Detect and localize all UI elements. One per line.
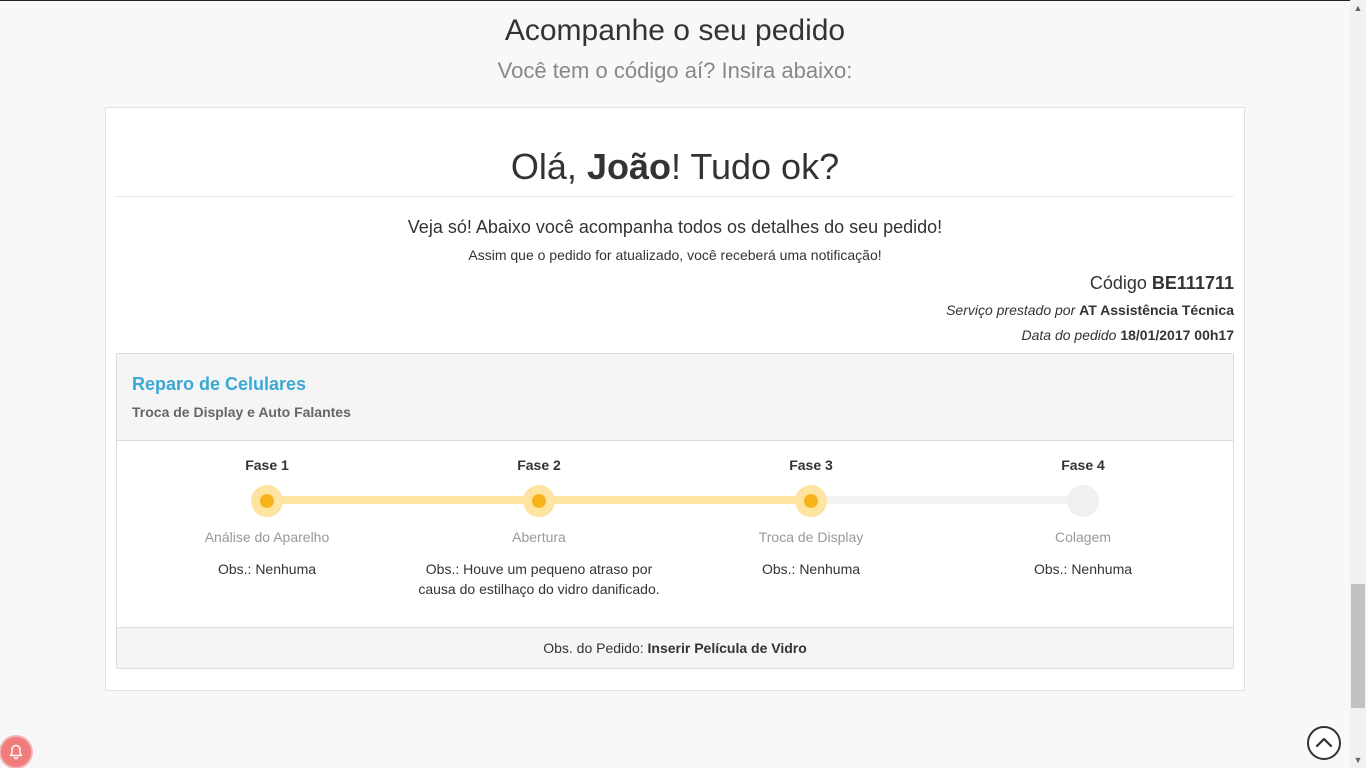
phase-label: Fase 2 bbox=[517, 457, 561, 473]
phase-name: Análise do Aparelho bbox=[204, 529, 330, 545]
order-code-value: BE111711 bbox=[1151, 273, 1234, 293]
service-title: Reparo de Celulares bbox=[132, 374, 307, 394]
order-notes: Obs. do Pedido: Inserir Película de Vidr… bbox=[117, 627, 1233, 668]
greeting: Olá, João! Tudo ok? bbox=[106, 146, 1244, 188]
scrollbar-thumb[interactable] bbox=[1351, 584, 1365, 708]
scroll-up-arrow-icon[interactable]: ▲ bbox=[1350, 0, 1366, 16]
top-border bbox=[0, 0, 1350, 1]
order-date: Data do pedido 18/01/2017 00h17 bbox=[1021, 327, 1234, 343]
order-notes-label: Obs. do Pedido: bbox=[543, 640, 648, 656]
service-panel-header: Reparo de Celulares Troca de Display e A… bbox=[117, 354, 1233, 441]
phase-obs: Obs.: Houve um pequeno atraso por causa … bbox=[418, 561, 660, 597]
service-provider-value: AT Assistência Técnica bbox=[1079, 302, 1234, 318]
scroll-down-arrow-icon[interactable]: ▼ bbox=[1350, 752, 1366, 768]
order-code-label: Código bbox=[1089, 273, 1152, 293]
intro-text: Veja só! Abaixo você acompanha todos os … bbox=[407, 217, 943, 237]
phase-status-dot bbox=[1067, 485, 1099, 517]
phase-label: Fase 3 bbox=[789, 457, 833, 473]
divider bbox=[116, 196, 1234, 197]
phase-label: Fase 4 bbox=[1061, 457, 1105, 473]
bell-icon bbox=[9, 744, 23, 760]
phase-name: Troca de Display bbox=[758, 529, 864, 545]
chevron-up-icon bbox=[1315, 737, 1333, 748]
intro-subtext: Assim que o pedido for atualizado, você … bbox=[468, 247, 882, 263]
customer-name: João bbox=[586, 146, 671, 187]
service-panel: Reparo de Celulares Troca de Display e A… bbox=[116, 353, 1234, 669]
order-notes-value: Inserir Película de Vidro bbox=[647, 640, 807, 656]
back-to-top-button[interactable] bbox=[1307, 726, 1341, 760]
page-subtitle: Você tem o código aí? Insira abaixo: bbox=[497, 58, 853, 83]
phase-obs: Obs.: Nenhuma bbox=[761, 561, 861, 577]
service-subtitle: Troca de Display e Auto Falantes bbox=[132, 404, 351, 420]
phase-obs: Obs.: Nenhuma bbox=[1033, 561, 1133, 577]
greeting-prefix: Olá, bbox=[510, 146, 587, 187]
phase-obs: Obs.: Nenhuma bbox=[217, 561, 317, 577]
order-code: Código BE111711 bbox=[1090, 273, 1234, 294]
order-date-value: 18/01/2017 00h17 bbox=[1120, 327, 1234, 343]
notification-button[interactable] bbox=[1, 737, 31, 767]
phase-name: Colagem bbox=[1054, 529, 1112, 545]
phase-name: Abertura bbox=[512, 529, 566, 545]
phase-status-dot bbox=[523, 485, 555, 517]
phase-status-dot bbox=[795, 485, 827, 517]
page-title: Acompanhe o seu pedido bbox=[504, 14, 846, 47]
order-card: Olá, João! Tudo ok? Veja só! Abaixo você… bbox=[105, 107, 1245, 691]
phase-status-dot bbox=[251, 485, 283, 517]
phase-label: Fase 1 bbox=[245, 457, 289, 473]
order-date-label: Data do pedido bbox=[1021, 327, 1121, 343]
service-provider-label: Serviço prestado por bbox=[946, 302, 1080, 318]
greeting-suffix: ! Tudo ok? bbox=[670, 146, 840, 187]
service-provider: Serviço prestado por AT Assistência Técn… bbox=[946, 302, 1234, 318]
